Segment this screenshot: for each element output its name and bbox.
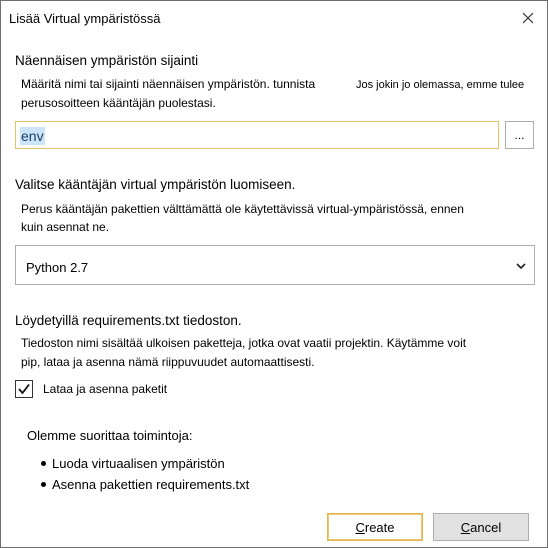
path-value-text: env	[20, 127, 45, 145]
interpreter-help-line1: Perus kääntäjän pakettien välttämättä ol…	[21, 202, 464, 216]
action-item: Asenna pakettien requirements.txt	[41, 477, 249, 492]
create-button[interactable]: Create	[327, 513, 423, 541]
create-button-mnemonic: C	[355, 519, 365, 535]
bullet-icon	[41, 482, 46, 487]
location-help-line2: perusosoitteen kääntäjän puolestasi.	[21, 96, 216, 110]
requirements-help-line2: pip, lataa ja asenna nämä riippuvuudet a…	[21, 355, 315, 369]
checkmark-icon	[18, 383, 30, 395]
actions-heading: Olemme suorittaa toimintoja:	[27, 428, 193, 443]
action-item-label: Asenna pakettien requirements.txt	[52, 477, 250, 492]
interpreter-heading: Valitse kääntäjän virtual ympäristön luo…	[15, 177, 296, 192]
title-bar: Lisää Virtual ympäristössä	[1, 1, 547, 37]
cancel-button-label: ancel	[470, 519, 502, 535]
cancel-button-mnemonic: C	[460, 519, 471, 535]
requirements-heading: Löydetyillä requirements.txt tiedoston.	[15, 313, 242, 328]
location-heading: Näennäisen ympäristön sijainti	[15, 53, 199, 68]
interpreter-help-line2: kuin asennat ne.	[21, 220, 110, 234]
location-help-right: Jos jokin jo olemassa, emme tulee	[356, 79, 525, 91]
location-help-left: Määritä nimi tai sijainti näennäisen ymp…	[21, 77, 316, 91]
bullet-icon	[41, 461, 46, 466]
chevron-down-icon	[516, 258, 526, 276]
action-item-label: Luoda virtuaalisen ympäristön	[52, 456, 225, 471]
interpreter-select[interactable]: Python 2.7	[15, 245, 535, 285]
dialog-title: Lisää Virtual ympäristössä	[9, 11, 161, 26]
close-icon	[522, 12, 534, 24]
cancel-button[interactable]: Cancel	[433, 513, 529, 541]
install-packages-checkbox[interactable]	[15, 380, 33, 398]
browse-button[interactable]: ...	[505, 121, 534, 149]
install-packages-checkbox-row[interactable]: Lataa ja asenna paketit	[15, 379, 167, 399]
environment-path-input[interactable]: env	[15, 121, 499, 149]
create-button-label: reate	[364, 519, 395, 535]
install-packages-label: Lataa ja asenna paketit	[43, 382, 168, 396]
requirements-help-line1: Tiedoston nimi sisältää ulkoisen pakette…	[21, 336, 467, 350]
action-item: Luoda virtuaalisen ympäristön	[41, 456, 225, 471]
close-button[interactable]	[513, 5, 543, 31]
dialog-window: Lisää Virtual ympäristössä Näennäisen ym…	[0, 0, 548, 548]
interpreter-selected-value: Python 2.7	[26, 260, 89, 275]
